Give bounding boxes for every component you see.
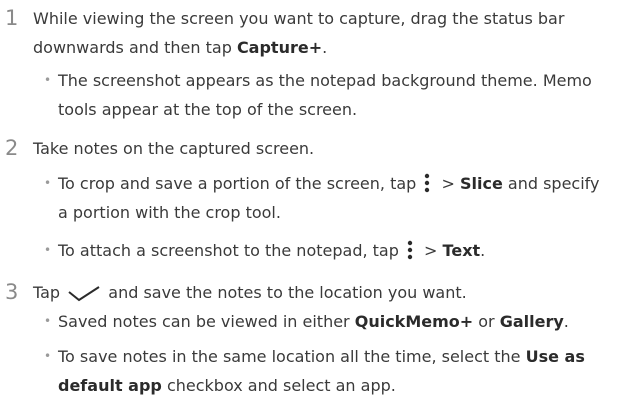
ui-term: Use as [525,347,585,366]
bullet-text-segment: . [480,241,486,260]
step-text-segment: downwards and then tap [33,38,237,57]
bullet-text-segment: To save notes in the same location all t… [58,347,526,366]
step-text-segment: Tap [33,283,66,302]
step-line: While viewing the screen you want to cap… [33,7,633,30]
bullet-line: To attach a screenshot to the notepad, t… [58,239,636,262]
bullet-text-segment: > [436,174,460,193]
instructions-page: 1 While viewing the screen you want to c… [0,0,639,396]
more-options-icon [407,240,413,260]
step-number: 2 [5,136,19,160]
step-number: 1 [5,6,19,30]
bullet-dot: • [44,349,52,363]
step-text-segment: and save the notes to the location you w… [103,283,467,302]
bullet-text-segment: or [473,312,500,331]
bullet-text: To crop and save a portion of the screen… [58,172,636,224]
bullet-line: default app checkbox and select an app. [58,374,636,397]
bullet-line: Saved notes can be viewed in either Quic… [58,310,636,333]
bullet-dot: • [44,243,52,257]
step-text-segment: While viewing the screen you want to cap… [33,9,565,28]
bullet-text: The screenshot appears as the notepad ba… [58,69,636,121]
more-options-icon [425,173,430,193]
step-text-segment: . [322,38,328,57]
ui-term: Slice [459,174,503,193]
step-text: Tap and save the notes to the location y… [33,281,633,304]
bullet-dot: • [44,314,52,328]
step-number: 3 [5,280,19,304]
checkmark-icon [68,286,100,302]
step-text: Take notes on the captured screen. [33,139,315,158]
ui-term: QuickMemo+ [354,312,474,331]
ui-term: Capture+ [236,38,323,57]
bullet-text-segment: To attach a screenshot to the notepad, t… [58,241,404,260]
bullet-line: To save notes in the same location all t… [58,345,636,368]
bullet-text-segment: and specify [502,174,600,193]
bullet-line: a portion with the crop tool. [58,203,281,222]
bullet-line: tools appear at the top of the screen. [58,100,358,119]
bullet-line: The screenshot appears as the notepad ba… [58,71,592,90]
ui-term: Text [442,241,481,260]
bullet-dot: • [44,176,52,190]
bullet-text: To save notes in the same location all t… [58,345,636,397]
ui-term: default app [58,376,162,395]
bullet-dot: • [44,73,52,87]
bullet-text-segment: Saved notes can be viewed in either [58,312,355,331]
bullet-line: To crop and save a portion of the screen… [58,172,636,195]
ui-term: Gallery [499,312,564,331]
bullet-text: Saved notes can be viewed in either Quic… [58,310,636,333]
bullet-text-segment: To crop and save a portion of the screen… [58,174,422,193]
bullet-text-segment: > [418,241,443,260]
bullet-text-segment: checkbox and select an app. [161,376,396,395]
step-text: While viewing the screen you want to cap… [33,7,633,59]
bullet-text: To attach a screenshot to the notepad, t… [58,239,636,262]
bullet-text-segment: . [563,312,569,331]
step-line: downwards and then tap Capture+. [33,36,633,59]
